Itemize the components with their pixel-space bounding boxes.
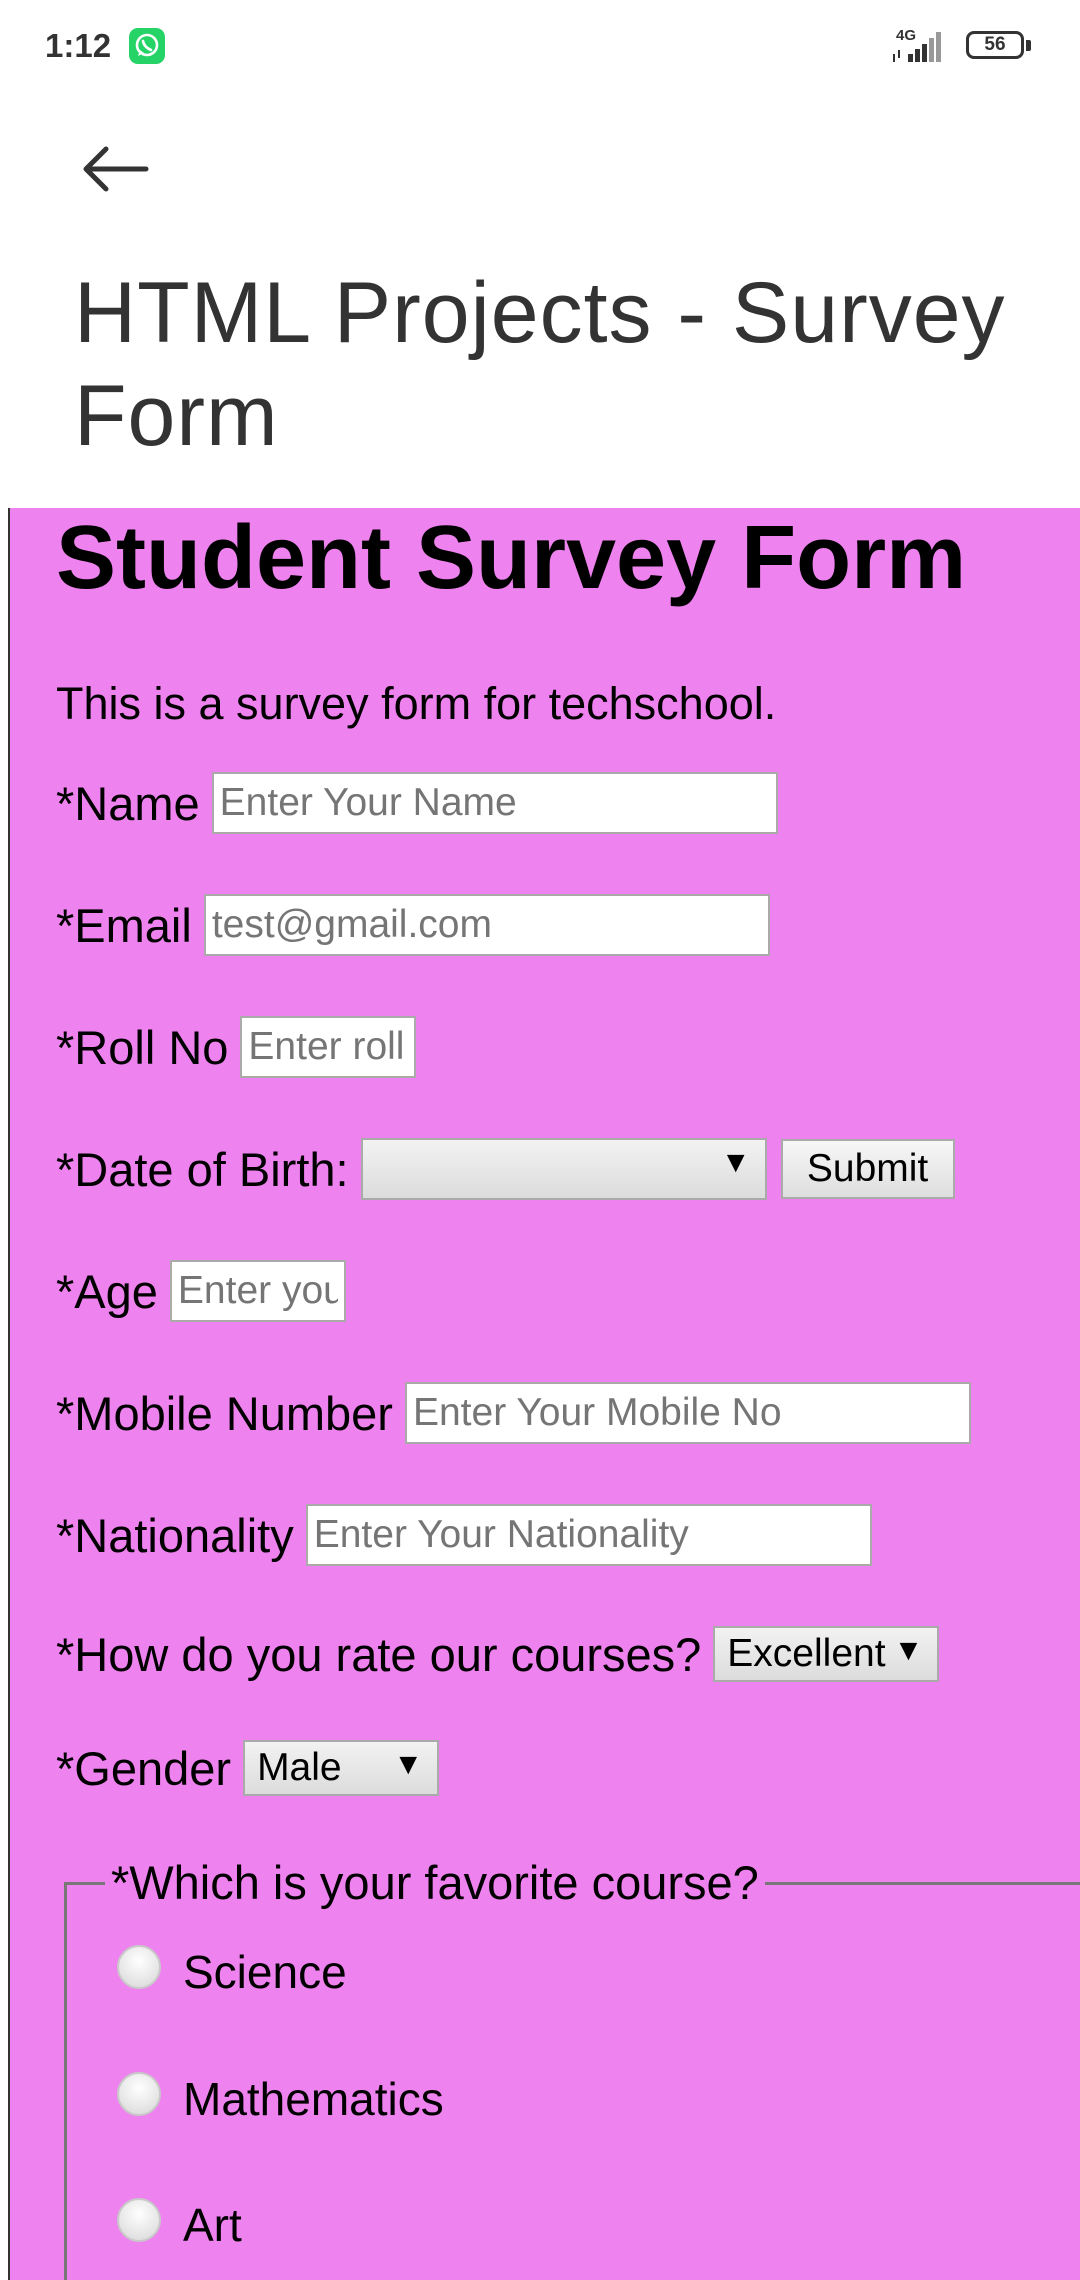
whatsapp-icon <box>129 28 165 64</box>
mathematics-label: Mathematics <box>183 2073 444 2125</box>
arrow-left-icon <box>83 146 149 192</box>
roll-input[interactable] <box>240 1016 417 1078</box>
dob-select[interactable]: ▼ <box>360 1138 767 1200</box>
art-label: Art <box>183 2199 242 2251</box>
favorite-course-legend: *Which is your favorite course? <box>105 1855 765 1910</box>
course-option-mathematics[interactable]: Mathematics <box>117 2072 444 2126</box>
email-row: *Email <box>56 894 770 956</box>
art-radio[interactable] <box>117 2198 161 2242</box>
gender-label: *Gender <box>56 1741 232 1795</box>
battery-icon: 56 <box>966 31 1024 59</box>
email-label: *Email <box>56 898 192 952</box>
nationality-label: *Nationality <box>56 1508 294 1562</box>
nationality-input[interactable] <box>305 1504 872 1566</box>
name-input[interactable] <box>211 772 778 834</box>
mobile-label: *Mobile Number <box>56 1386 393 1440</box>
favorite-course-fieldset: *Which is your favorite course? Science … <box>64 1855 1080 2280</box>
gender-row: *Gender Male ▼ <box>56 1740 440 1796</box>
email-input[interactable] <box>203 894 770 956</box>
signal-icon <box>893 32 941 62</box>
form-description: This is a survey form for techschool. <box>56 678 777 729</box>
science-radio[interactable] <box>117 1945 161 1989</box>
age-row: *Age <box>56 1260 346 1322</box>
nationality-row: *Nationality <box>56 1504 872 1566</box>
age-label: *Age <box>56 1264 158 1318</box>
form-heading: Student Survey Form <box>56 508 967 608</box>
science-label: Science <box>183 1946 347 1998</box>
survey-webview: Student Survey Form This is a survey for… <box>8 508 1080 2280</box>
rating-value: Excellent <box>727 1632 886 1675</box>
submit-button[interactable]: Submit <box>780 1139 955 1199</box>
gender-select[interactable]: Male ▼ <box>243 1740 440 1796</box>
dropdown-arrow-icon: ▼ <box>720 1146 751 1179</box>
battery-tip <box>1026 40 1031 51</box>
mathematics-radio[interactable] <box>117 2072 161 2116</box>
course-option-science[interactable]: Science <box>117 1945 347 1999</box>
gender-value: Male <box>257 1746 342 1789</box>
roll-label: *Roll No <box>56 1020 229 1074</box>
roll-row: *Roll No <box>56 1016 417 1078</box>
name-label: *Name <box>56 776 200 830</box>
rating-label: *How do you rate our courses? <box>56 1627 702 1681</box>
rating-select[interactable]: Excellent ▼ <box>713 1626 940 1682</box>
mobile-row: *Mobile Number <box>56 1382 971 1444</box>
dob-row: *Date of Birth: ▼ Submit <box>56 1138 955 1200</box>
page-title: HTML Projects - Survey Form <box>74 265 1006 464</box>
dob-label: *Date of Birth: <box>56 1142 349 1196</box>
status-bar: 1:12 4G 56 <box>0 0 1080 96</box>
status-time: 1:12 <box>45 27 112 64</box>
name-row: *Name <box>56 772 778 834</box>
course-option-art[interactable]: Art <box>117 2198 242 2252</box>
back-button[interactable] <box>74 134 158 204</box>
dropdown-arrow-icon: ▼ <box>393 1748 424 1781</box>
age-input[interactable] <box>169 1260 346 1322</box>
dropdown-arrow-icon: ▼ <box>893 1634 924 1667</box>
rating-row: *How do you rate our courses? Excellent … <box>56 1626 940 1682</box>
mobile-input[interactable] <box>404 1382 971 1444</box>
